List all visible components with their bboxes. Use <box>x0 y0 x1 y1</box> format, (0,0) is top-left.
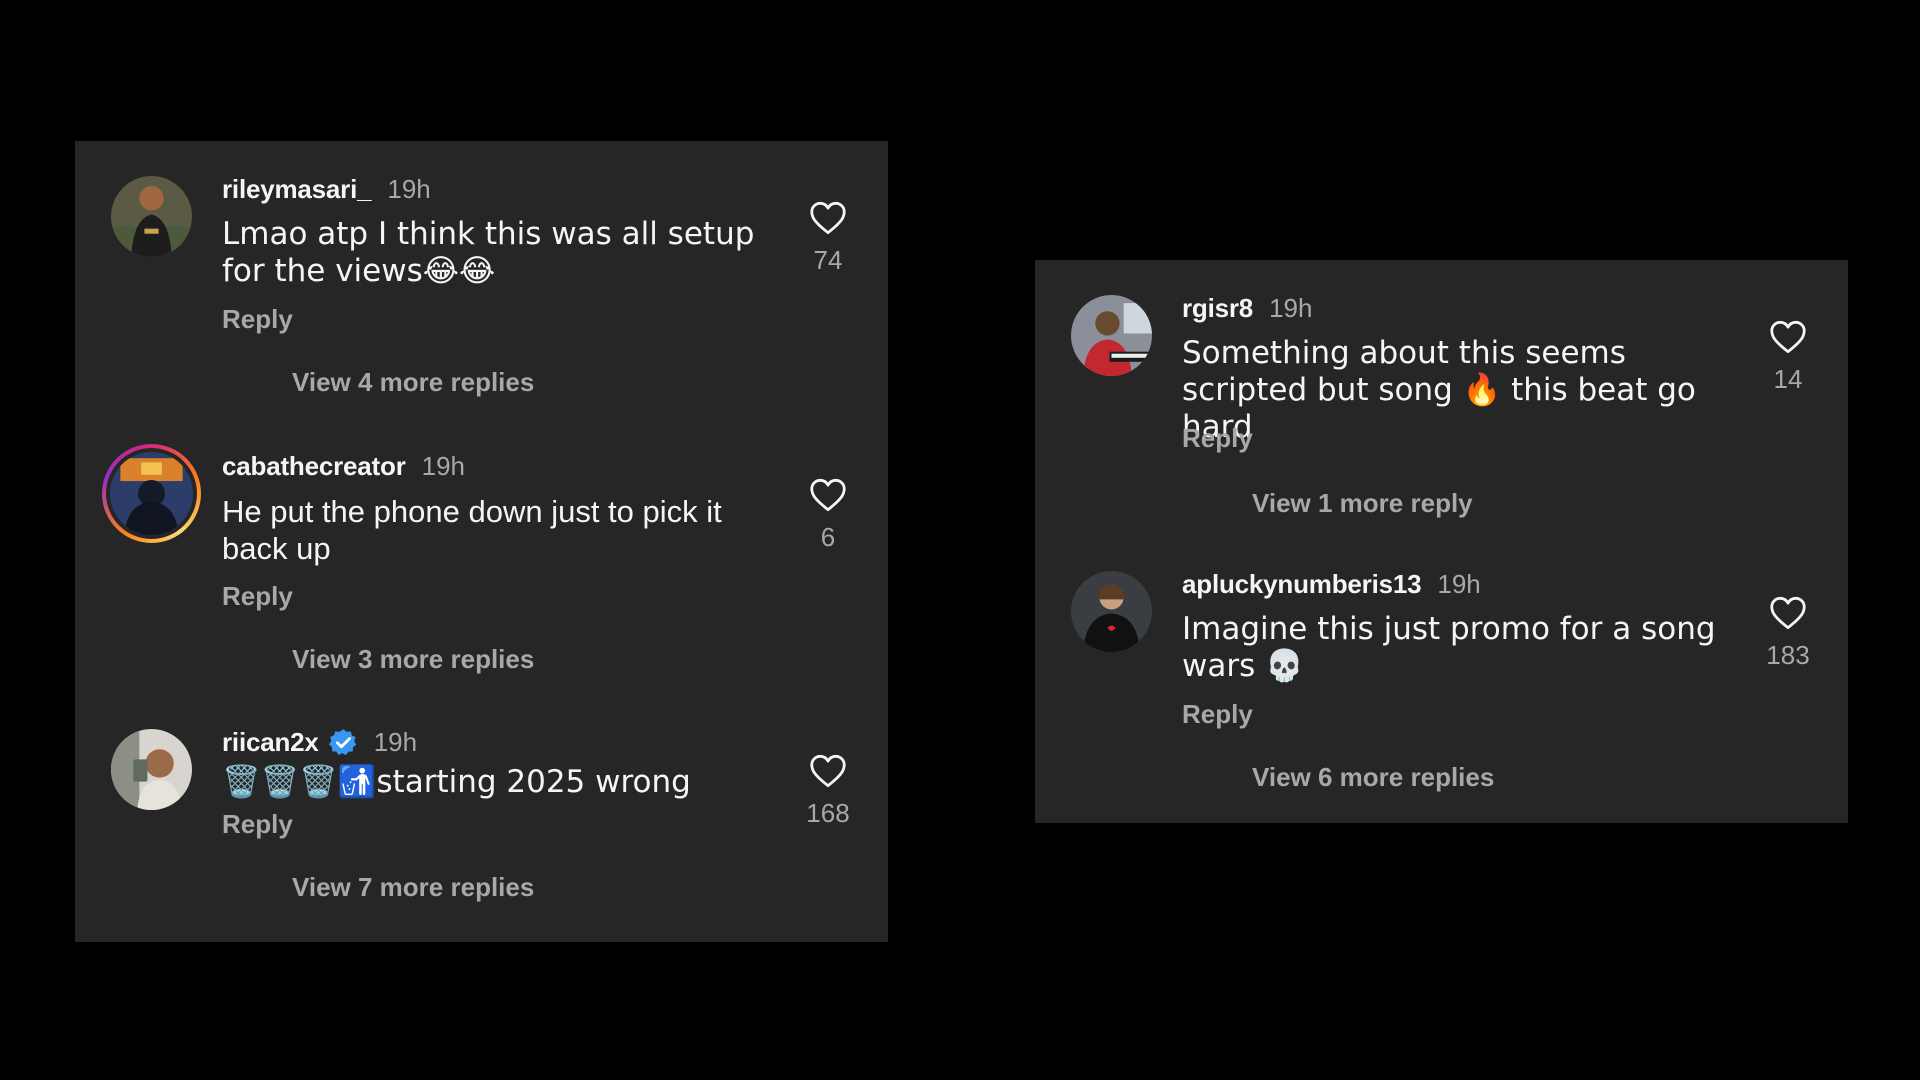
reply-button[interactable]: Reply <box>1182 423 1253 454</box>
heart-outline-icon[interactable] <box>809 201 847 235</box>
username[interactable]: riican2x <box>222 727 319 758</box>
timestamp: 19h <box>373 726 418 757</box>
avatar-story-ring[interactable] <box>102 444 201 543</box>
heart-outline-icon[interactable] <box>809 478 847 512</box>
comment-item: rgisr8 19h Something about this seems sc… <box>1035 260 1848 530</box>
comment-item: riican2x 19h 🗑️🗑️🗑️🚮starting 2025 wrong … <box>75 694 888 964</box>
avatar[interactable] <box>1071 295 1152 376</box>
view-more-replies-button[interactable]: View 7 more replies <box>292 872 534 903</box>
avatar-image <box>111 176 192 257</box>
like-control: 14 <box>1758 320 1818 395</box>
avatar-image <box>1071 571 1152 652</box>
timestamp: 19h <box>387 173 431 204</box>
view-more-replies-button[interactable]: View 1 more reply <box>1252 488 1473 519</box>
avatar[interactable] <box>111 729 192 810</box>
view-more-replies-button[interactable]: View 6 more replies <box>1252 762 1494 793</box>
comment-item: rileymasari_ 19h Lmao atp I think this w… <box>75 141 888 411</box>
like-control: 183 <box>1758 596 1818 671</box>
heart-outline-icon[interactable] <box>809 754 847 788</box>
comments-panel-right: rgisr8 19h Something about this seems sc… <box>1035 260 1848 823</box>
like-count: 14 <box>1773 364 1803 394</box>
timestamp: 19h <box>1269 292 1313 323</box>
comment-text: 🗑️🗑️🗑️🚮starting 2025 wrong <box>222 764 691 800</box>
avatar <box>106 448 197 539</box>
comment-text: He put the phone down just to pick it ba… <box>222 494 722 566</box>
like-control: 6 <box>798 478 858 553</box>
heart-outline-icon[interactable] <box>1769 596 1807 630</box>
comment-item: apluckynumberis13 19h Imagine this just … <box>1035 536 1848 806</box>
comments-panel-left: rileymasari_ 19h Lmao atp I think this w… <box>75 141 888 942</box>
avatar[interactable] <box>111 176 192 257</box>
reply-button[interactable]: Reply <box>222 304 293 335</box>
username[interactable]: rileymasari_ <box>222 174 372 205</box>
avatar-image <box>1071 295 1152 376</box>
comment-text: Something about this seems scripted but … <box>1182 335 1696 445</box>
view-more-replies-button[interactable]: View 4 more replies <box>292 367 534 398</box>
comment-meta: rgisr8 19h <box>1182 290 1312 326</box>
reply-button[interactable]: Reply <box>222 581 293 612</box>
comment-item: cabathecreator 19h He put the phone down… <box>75 418 888 688</box>
avatar-image <box>110 452 193 535</box>
like-count: 168 <box>806 798 850 828</box>
avatar-image <box>111 729 192 810</box>
comment-meta: riican2x 19h <box>222 724 417 760</box>
reply-button[interactable]: Reply <box>1182 699 1253 730</box>
timestamp: 19h <box>1437 568 1481 599</box>
comment-meta: cabathecreator 19h <box>222 448 465 484</box>
comment-text: Lmao atp I think this was all setup for … <box>222 216 755 289</box>
timestamp: 19h <box>421 450 466 481</box>
username[interactable]: rgisr8 <box>1182 293 1253 324</box>
comment-meta: apluckynumberis13 19h <box>1182 566 1481 602</box>
reply-button[interactable]: Reply <box>222 809 293 840</box>
like-control: 168 <box>798 754 858 829</box>
like-count: 74 <box>813 245 843 275</box>
avatar[interactable] <box>1071 571 1152 652</box>
like-control: 74 <box>798 201 858 276</box>
comment-text: Imagine this just promo for a song wars … <box>1182 611 1716 684</box>
like-count: 183 <box>1766 640 1810 670</box>
comment-meta: rileymasari_ 19h <box>222 171 431 207</box>
verified-badge-icon <box>328 728 356 755</box>
view-more-replies-button[interactable]: View 3 more replies <box>292 644 534 675</box>
username[interactable]: cabathecreator <box>222 451 406 482</box>
heart-outline-icon[interactable] <box>1769 320 1807 354</box>
like-count: 6 <box>820 522 836 552</box>
username[interactable]: apluckynumberis13 <box>1182 569 1422 600</box>
